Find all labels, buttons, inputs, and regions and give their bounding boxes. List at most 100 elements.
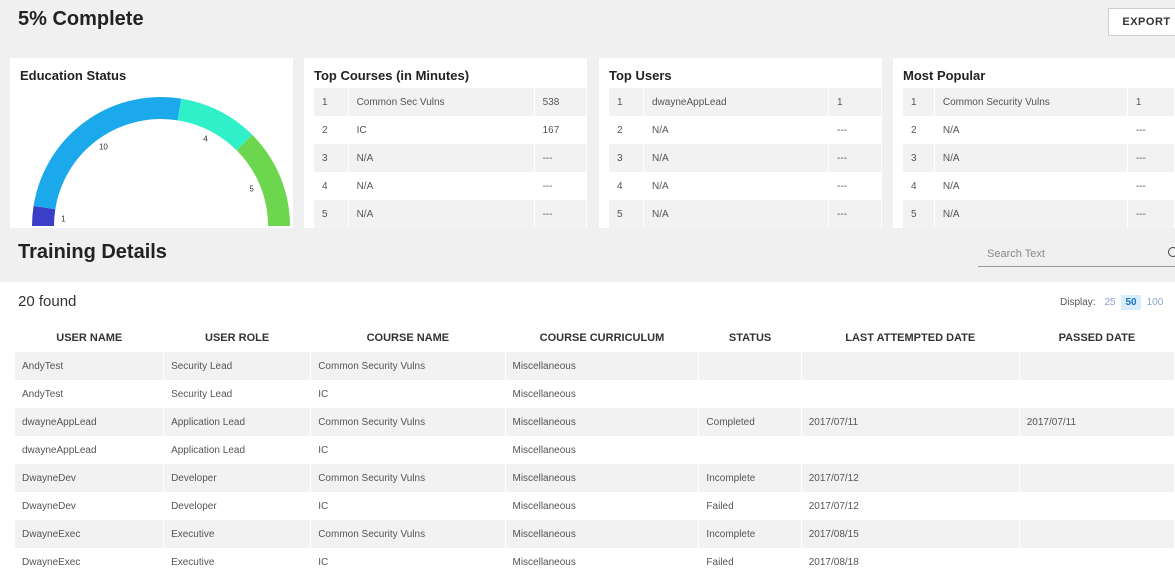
display-option-100[interactable]: 100	[1147, 297, 1164, 308]
name-cell: N/A	[643, 200, 829, 228]
table-cell: Security Lead	[163, 380, 312, 408]
top-users-title: Top Users	[609, 68, 672, 83]
table-cell	[1019, 352, 1175, 380]
table-cell: IC	[310, 436, 506, 464]
rank-cell: 1	[609, 88, 644, 116]
table-cell: Miscellaneous	[505, 380, 700, 408]
name-cell: IC	[348, 116, 535, 144]
table-cell: Failed	[698, 548, 802, 576]
value-cell: 1	[828, 88, 882, 116]
column-header[interactable]: COURSE CURRICULUM	[505, 324, 699, 352]
name-cell: N/A	[643, 172, 829, 200]
table-cell	[801, 436, 1020, 464]
ranking-row: 4 N/A ---	[609, 172, 882, 200]
gauge-label: 4	[203, 135, 208, 144]
name-cell: N/A	[934, 116, 1128, 144]
table-row[interactable]: DwayneExec Executive IC Miscellaneous Failed…	[15, 548, 1175, 576]
ranking-row: 3 N/A ---	[314, 144, 587, 172]
ranking-row: 3 N/A ---	[903, 144, 1175, 172]
name-cell: dwayneAppLead	[643, 88, 829, 116]
table-cell: Miscellaneous	[505, 492, 700, 520]
table-cell: Failed	[698, 492, 802, 520]
table-cell: Common Security Vulns	[310, 408, 506, 436]
table-cell	[1019, 492, 1175, 520]
value-cell: ---	[1127, 172, 1175, 200]
name-cell: N/A	[348, 172, 535, 200]
value-cell: ---	[534, 200, 587, 228]
table-cell: Miscellaneous	[505, 464, 700, 492]
value-cell: ---	[828, 144, 882, 172]
column-header[interactable]: USER NAME	[15, 324, 164, 352]
ranking-row: 1 Common Security Vulns 1	[903, 88, 1175, 116]
table-cell: Miscellaneous	[505, 408, 700, 436]
table-row[interactable]: dwayneAppLead Application Lead IC Miscellan…	[15, 436, 1175, 464]
table-row[interactable]: DwayneDev Developer IC Miscellaneous Failed 2…	[15, 492, 1175, 520]
results-count: 20 found	[18, 293, 77, 310]
column-header[interactable]: STATUS	[699, 324, 801, 352]
table-row[interactable]: AndyTest Security Lead IC Miscellaneous	[15, 380, 1175, 408]
table-row[interactable]: DwayneDev Developer Common Security Vulns M…	[15, 464, 1175, 492]
table-cell: DwayneDev	[15, 464, 165, 492]
most-popular-title: Most Popular	[903, 68, 986, 83]
export-button[interactable]: EXPORT	[1108, 8, 1175, 36]
table-cell: IC	[310, 548, 506, 576]
name-cell: Common Security Vulns	[934, 88, 1128, 116]
value-cell: ---	[1127, 200, 1175, 228]
display-option-50[interactable]: 50	[1121, 295, 1141, 310]
value-cell: ---	[828, 116, 882, 144]
table-row[interactable]: AndyTest Security Lead Common Security Vul…	[15, 352, 1175, 380]
value-cell: 538	[534, 88, 587, 116]
table-row[interactable]: dwayneAppLead Application Lead Common Secu…	[15, 408, 1175, 436]
gauge-label: 10	[99, 143, 108, 152]
gauge-segment-4	[177, 98, 253, 151]
ranking-row: 5 N/A ---	[609, 200, 882, 228]
table-cell: 2017/07/11	[1019, 408, 1175, 436]
ranking-row: 2 N/A ---	[903, 116, 1175, 144]
table-cell: Common Security Vulns	[310, 352, 506, 380]
table-cell: dwayneAppLead	[15, 408, 165, 436]
table-cell: Application Lead	[163, 436, 312, 464]
table-cell: 2017/07/11	[801, 408, 1020, 436]
search-icon[interactable]	[1168, 247, 1175, 257]
column-header[interactable]: COURSE NAME	[311, 324, 505, 352]
rank-cell: 5	[609, 200, 644, 228]
display-option-25[interactable]: 25	[1104, 297, 1115, 308]
name-cell: Common Sec Vulns	[348, 88, 535, 116]
table-cell	[1019, 464, 1175, 492]
education-status-gauge: 1 10 4 5	[32, 97, 290, 227]
rank-cell: 4	[903, 172, 935, 200]
column-header[interactable]: LAST ATTEMPTED DATE	[801, 324, 1019, 352]
table-cell: Miscellaneous	[505, 436, 700, 464]
gauge-label: 1	[61, 214, 66, 223]
table-cell: dwayneAppLead	[15, 436, 165, 464]
rank-cell: 3	[314, 144, 349, 172]
table-row[interactable]: DwayneExec Executive Common Security Vulns…	[15, 520, 1175, 548]
column-header[interactable]: PASSED DATE	[1019, 324, 1174, 352]
ranking-row: 4 N/A ---	[903, 172, 1175, 200]
value-cell: ---	[534, 172, 587, 200]
table-cell: Incomplete	[698, 520, 802, 548]
value-cell: ---	[1127, 116, 1175, 144]
table-cell: Executive	[163, 520, 312, 548]
name-cell: N/A	[934, 144, 1128, 172]
table-cell: Incomplete	[698, 464, 802, 492]
table-cell	[698, 436, 802, 464]
table-cell: DwayneExec	[15, 548, 165, 576]
table-cell	[1019, 436, 1175, 464]
value-cell: ---	[828, 172, 882, 200]
table-cell: Miscellaneous	[505, 352, 700, 380]
top-users-card: Top Users 1 dwayneAppLead 1 2 N/A --- 3 N/A --- 4…	[599, 58, 882, 228]
search-input[interactable]	[978, 241, 1159, 267]
table-cell: Common Security Vulns	[310, 520, 506, 548]
ranking-row: 2 N/A ---	[609, 116, 882, 144]
rank-cell: 1	[903, 88, 935, 116]
table-cell	[801, 380, 1020, 408]
display-label: Display:	[1060, 297, 1096, 308]
rank-cell: 4	[609, 172, 644, 200]
table-cell: DwayneDev	[15, 492, 165, 520]
top-courses-title: Top Courses (in Minutes)	[314, 68, 470, 83]
column-header[interactable]: USER ROLE	[164, 324, 311, 352]
rank-cell: 2	[609, 116, 644, 144]
name-cell: N/A	[643, 116, 829, 144]
table-cell: Developer	[163, 492, 312, 520]
